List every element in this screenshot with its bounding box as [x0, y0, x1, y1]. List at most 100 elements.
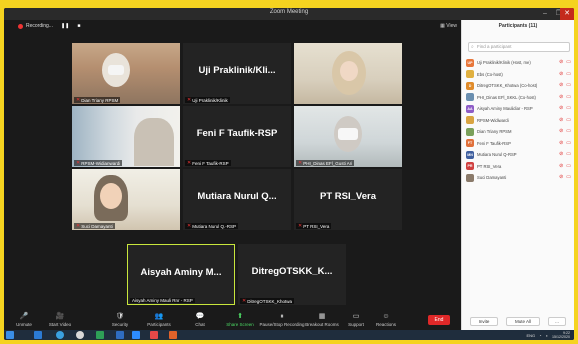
participant-status: ⊘ ▭	[559, 82, 571, 88]
participant-tile[interactable]: Feni F Taufik-RSP ✕ Feni F Taufik-RSP	[183, 106, 291, 167]
participants-button[interactable]: 👥 Participants	[139, 312, 179, 327]
participant-row[interactable]: Ebs (Co-host) ⊘ ▭	[466, 69, 574, 81]
participant-tile[interactable]: Mutiara Nurul Q... ✕ Mutiara Nurul Q.-RSP	[183, 169, 291, 230]
participant-name: Aisyah Aminy Maulidiar - RSP	[477, 106, 533, 112]
stop-recording-icon[interactable]: ■	[77, 23, 80, 29]
participant-tile[interactable]	[294, 43, 402, 104]
volume-icon[interactable]: ◖	[546, 333, 548, 338]
muted-mic-icon: ✕	[298, 223, 303, 229]
participant-video	[72, 169, 180, 230]
participant-search-input[interactable]: ⌕ Find a participant	[468, 42, 570, 52]
windows-taskbar: ENG ◔ ◖ 9:22 15/12/2020	[4, 330, 574, 340]
participants-panel-title: Participants (11)	[498, 23, 538, 29]
video-off-icon: ▭	[566, 162, 571, 169]
participant-row[interactable]: MN Mutiara Nurul Q-RSP ⊘ ▭	[466, 149, 574, 161]
participant-row[interactable]: AA Aisyah Aminy Maulidiar - RSP ⊘ ▭	[466, 103, 574, 115]
participant-label: ✕ Feni F Taufik-RSP	[185, 160, 231, 166]
participant-status: ⊘ ▭	[559, 105, 571, 111]
active-speaker-tile[interactable]: Aisyah Aminy M... Aisyah Aminy Mauli Rnr…	[127, 244, 235, 305]
participant-name: Uji Praklinik/Kli...	[198, 65, 276, 76]
participant-tile[interactable]: ✕ PHI_Dinas EFl_Gusti Ari	[294, 106, 402, 167]
unmute-button[interactable]: 🎤 Unmute	[4, 312, 44, 327]
record-pause-icon: ⏸	[280, 313, 284, 320]
shield-icon: 🛡	[115, 313, 125, 320]
muted-mic-icon[interactable]: ⊘	[559, 151, 563, 157]
participant-row[interactable]: RPSM-Widiwardi ⊘ ▭	[466, 115, 574, 127]
participant-tile[interactable]: ✕ Suci Damayanti	[72, 169, 180, 230]
participant-avatar	[466, 173, 474, 182]
participant-video	[72, 43, 180, 104]
participant-tile[interactable]: ✕ Dian Triany RPSM	[72, 43, 180, 104]
more-options-button[interactable]: ...	[548, 317, 566, 326]
mute-all-button[interactable]: Mute All	[506, 317, 540, 326]
ie-browser-icon[interactable]	[56, 331, 64, 339]
start-video-button[interactable]: 🎥 Start Video	[40, 312, 80, 327]
muted-mic-icon: ✕	[76, 223, 81, 229]
word-icon[interactable]	[116, 331, 124, 339]
muted-mic-icon[interactable]: ⊘	[559, 128, 563, 134]
participant-row[interactable]: Dian Triany RPSM ⊘ ▭	[466, 126, 574, 138]
participant-name: RPSM-Widiwardi	[477, 117, 509, 123]
participant-status: ⊘ ▭	[559, 174, 571, 180]
powerpoint-icon[interactable]	[169, 331, 177, 339]
security-button[interactable]: 🛡 Security	[100, 312, 140, 327]
participant-label: ✕ Mutiara Nurul Q.-RSP	[185, 223, 238, 229]
recording-label: Recording...	[26, 23, 53, 29]
participant-name: DitregOTSKK_K...	[251, 266, 333, 277]
participant-video	[294, 106, 402, 167]
participant-tile[interactable]: DitregOTSKK_K... ✕ DitregOTSKK_Khotwa	[238, 244, 346, 305]
participant-row[interactable]: PHI_Dinas EFl_SKKL (Co-host) ⊘ ▭	[466, 92, 574, 104]
video-off-icon: ▭	[566, 116, 571, 123]
wifi-icon[interactable]: ◔	[539, 333, 541, 338]
participant-row[interactable]: Suci Damayanti ⊘ ▭	[466, 172, 574, 184]
participant-tile[interactable]: Uji Praklinik/Kli... ✕ Uji Praklinik/Klin…	[183, 43, 291, 104]
participant-row[interactable]: FT Feni F Taufik-RSP ⊘ ▭	[466, 138, 574, 150]
participant-name: Mutiara Nurul Q-RSP	[477, 152, 517, 158]
muted-mic-icon[interactable]: ⊘	[559, 82, 563, 88]
participant-row[interactable]: D DitregOTSKK_Khotwa (Co-host) ⊘ ▭	[466, 80, 574, 92]
video-off-icon: ▭	[566, 82, 571, 88]
chat-button[interactable]: 💬 Chat	[180, 312, 220, 327]
video-camera-icon: 🎥	[55, 313, 65, 320]
reactions-button[interactable]: ☺ Reactions	[366, 312, 406, 327]
muted-mic-icon[interactable]: ⊘	[559, 71, 563, 77]
language-indicator[interactable]: ENG	[526, 333, 535, 338]
participant-label: ✕ PHI_Dinas EFl_Gusti Ari	[296, 160, 355, 166]
participant-video	[294, 43, 402, 104]
participant-row[interactable]: UP Uji Praklinik/Klinik (Host, me) ⊘ ▭	[466, 57, 574, 69]
participant-status: ⊘ ▭	[559, 151, 571, 157]
chrome-browser-icon[interactable]	[76, 331, 84, 339]
muted-mic-icon[interactable]: ⊘	[559, 140, 563, 146]
participant-name: Aisyah Aminy M...	[140, 267, 222, 278]
participant-status: ⊘ ▭	[559, 140, 571, 146]
microphone-icon: 🎤	[19, 313, 29, 320]
muted-mic-icon[interactable]: ⊘	[559, 163, 563, 169]
muted-mic-icon[interactable]: ⊘	[559, 117, 563, 123]
participant-avatar: AA	[466, 104, 474, 113]
invite-button[interactable]: Invite	[470, 317, 498, 326]
video-off-icon: ▭	[566, 128, 571, 134]
muted-mic-icon[interactable]: ⊘	[559, 94, 563, 100]
participant-name: Dian Triany RPSM	[477, 129, 512, 135]
zoom-app-icon[interactable]	[132, 331, 140, 339]
participant-row[interactable]: PR PT RSI_Vera ⊘ ▭	[466, 161, 574, 173]
participant-status: ⊘ ▭	[559, 128, 571, 134]
muted-mic-icon[interactable]: ⊘	[559, 59, 563, 65]
view-button[interactable]: ▦ View	[440, 23, 457, 29]
excel-icon[interactable]	[96, 331, 104, 339]
muted-mic-icon[interactable]: ⊘	[559, 174, 563, 180]
start-menu-icon[interactable]	[6, 331, 14, 339]
share-screen-button[interactable]: ⬆ Share Screen	[220, 312, 260, 327]
acrobat-icon[interactable]	[150, 331, 158, 339]
end-meeting-button[interactable]: End	[428, 315, 450, 325]
participant-tile[interactable]: ✕ RPSM-Widianwardi	[72, 106, 180, 167]
app-tile-icon[interactable]	[34, 331, 42, 339]
taskbar-clock[interactable]: 9:22 15/12/2020	[552, 331, 570, 339]
close-button[interactable]: ✕	[560, 8, 574, 20]
pause-stop-recording-button[interactable]: ⏸ Pause/Stop Recording	[258, 312, 306, 327]
pause-recording-icon[interactable]: ❚❚	[61, 23, 69, 29]
participant-label: ✕ RPSM-Widianwardi	[74, 160, 123, 166]
muted-mic-icon[interactable]: ⊘	[559, 105, 563, 111]
minimize-button[interactable]: –	[538, 8, 552, 20]
participant-tile[interactable]: PT RSI_Vera ✕ PT RSI_Vera	[294, 169, 402, 230]
